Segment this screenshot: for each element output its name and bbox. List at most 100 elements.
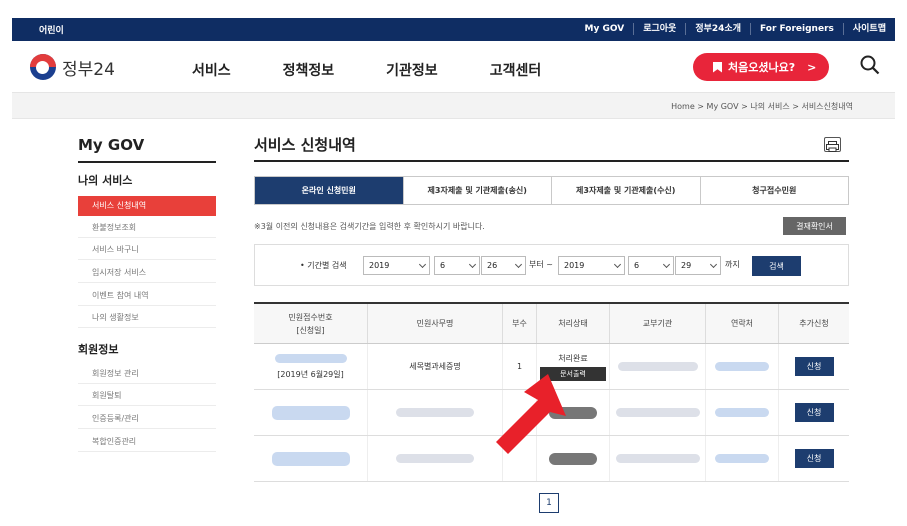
col-receipt-no-line1: 민원접수번호	[288, 312, 333, 322]
annotation-arrow-icon	[496, 374, 566, 454]
apply-button[interactable]: 신청	[794, 403, 834, 422]
redacted-agency	[615, 454, 700, 463]
apply-button[interactable]: 신청	[794, 357, 834, 376]
chevron-down-icon	[468, 260, 477, 269]
col-receipt-no: 민원접수번호 [신청일]	[254, 304, 367, 343]
receipt-cell	[254, 436, 367, 481]
title-divider	[254, 160, 849, 162]
foreigners-link[interactable]: For Foreigners	[749, 23, 843, 35]
tab-third-send[interactable]: 제3자제출 및 기관제출(송신)	[402, 177, 552, 204]
receipt-cell	[254, 390, 367, 435]
logout-link[interactable]: 로그아웃	[633, 23, 685, 35]
search-button[interactable]: 검색	[752, 256, 801, 276]
redacted-contact	[715, 408, 769, 417]
redacted-agency	[617, 362, 698, 371]
agency-cell	[609, 344, 705, 389]
sidebar-item-temp-saved[interactable]: 임시저장 서비스	[78, 263, 216, 283]
status-text: 처리완료	[558, 353, 588, 363]
search-icon[interactable]	[860, 55, 880, 75]
agency-cell	[609, 390, 705, 435]
to-day-value: 29	[681, 261, 692, 270]
to-year-select[interactable]: 2019	[558, 256, 625, 275]
sitemap-link[interactable]: 사이트맵	[842, 23, 895, 35]
tab-online[interactable]: 온라인 신청민원	[255, 177, 403, 204]
col-agency: 교부기관	[609, 304, 705, 343]
redacted-agency	[615, 408, 700, 417]
top-links: My GOV 로그아웃 정부24소개 For Foreigners 사이트맵	[575, 23, 895, 35]
redacted-receipt-no[interactable]	[274, 353, 347, 363]
breadcrumb[interactable]: Home > My GOV > 나의 서비스 > 서비스신청내역	[671, 101, 853, 112]
service-name-cell	[367, 390, 502, 435]
col-receipt-no-line2: [신청일]	[296, 325, 325, 335]
sidebar-item-basket[interactable]: 서비스 바구니	[78, 240, 216, 260]
page-1-button[interactable]: 1	[539, 493, 559, 513]
to-year-value: 2019	[564, 261, 585, 270]
nav-services[interactable]: 서비스	[192, 60, 231, 80]
redacted-receipt-no[interactable]	[271, 451, 350, 466]
col-contact: 연락처	[705, 304, 778, 343]
sidebar-title: My GOV	[78, 136, 145, 154]
contact-cell	[705, 344, 778, 389]
print-icon[interactable]	[824, 137, 841, 152]
from-day-value: 26	[487, 261, 498, 270]
contact-cell	[705, 436, 778, 481]
sidebar-item-life-info[interactable]: 나의 생활정보	[78, 308, 216, 328]
main-nav: 서비스 정책정보 기관정보 고객센터	[192, 60, 593, 80]
to-month-select[interactable]: 6	[628, 256, 674, 275]
col-service-name: 민원사무명	[367, 304, 502, 343]
to-month-value: 6	[634, 261, 640, 270]
col-status: 처리상태	[536, 304, 609, 343]
sidebar-item-member-info[interactable]: 회원정보 관리	[78, 364, 216, 384]
sidebar-item-events[interactable]: 이벤트 참여 내역	[78, 286, 216, 306]
from-suffix: 부터 ~	[529, 260, 553, 269]
to-day-select[interactable]: 29	[675, 256, 721, 275]
sidebar-item-refund[interactable]: 환불정보조회	[78, 218, 216, 238]
nav-agency[interactable]: 기관정보	[386, 60, 438, 80]
from-day-select[interactable]: 26	[481, 256, 526, 275]
bookmark-icon	[713, 61, 722, 73]
apply-button[interactable]: 신청	[794, 449, 834, 468]
from-year-value: 2019	[369, 261, 390, 270]
page-title: 서비스 신청내역	[254, 136, 356, 154]
sidebar-item-multi-cert[interactable]: 복합인증관리	[78, 432, 216, 452]
notice-text: ※3월 이전의 신청내용은 검색기간을 입력한 후 확인하시기 바랍니다.	[254, 222, 485, 231]
redacted-contact	[715, 454, 769, 463]
sidebar-item-withdraw[interactable]: 회원탈퇴	[78, 386, 216, 406]
chevron-down-icon	[418, 260, 427, 269]
from-month-value: 6	[440, 261, 446, 270]
header: 정부24 서비스 정책정보 기관정보 고객센터 처음오셨나요? >	[12, 41, 895, 93]
about-link[interactable]: 정부24소개	[685, 23, 750, 35]
sidebar-item-cert[interactable]: 인증등록/관리	[78, 409, 216, 429]
sidebar-divider	[78, 161, 216, 163]
redacted-service-name	[396, 408, 474, 417]
nav-policy[interactable]: 정책정보	[283, 60, 335, 80]
redacted-service-name	[396, 454, 474, 463]
kids-link[interactable]: 어린이	[39, 23, 64, 36]
period-label: • 기간별 검색	[300, 261, 347, 270]
redacted-receipt-no[interactable]	[271, 405, 350, 420]
agency-cell	[609, 436, 705, 481]
service-name-cell	[367, 436, 502, 481]
tab-bar: 온라인 신청민원 제3자제출 및 기관제출(송신) 제3자제출 및 기관제출(수…	[254, 176, 849, 205]
sidebar-item-application-history[interactable]: 서비스 신청내역	[78, 196, 216, 216]
chevron-down-icon	[662, 260, 671, 269]
from-month-select[interactable]: 6	[434, 256, 480, 275]
mygov-link[interactable]: My GOV	[575, 23, 633, 35]
tab-third-receive[interactable]: 제3자제출 및 기관제출(수신)	[551, 177, 700, 204]
nav-customer[interactable]: 고객센터	[490, 60, 542, 80]
to-suffix: 까지	[725, 260, 740, 269]
chevron-down-icon	[613, 260, 622, 269]
from-year-select[interactable]: 2019	[363, 256, 430, 275]
confirm-doc-button[interactable]: 결재확인서	[783, 217, 846, 235]
additional-cell: 신청	[778, 344, 849, 389]
table-header: 민원접수번호 [신청일] 민원사무명 부수 처리상태 교부기관 연락처 추가신청	[254, 304, 849, 344]
col-additional: 추가신청	[778, 304, 849, 343]
contact-cell	[705, 390, 778, 435]
tab-claim[interactable]: 청구접수민원	[699, 177, 849, 204]
chevron-down-icon	[709, 260, 718, 269]
first-visit-label: 처음오셨나요?	[728, 61, 796, 74]
breadcrumb-bar: Home > My GOV > 나의 서비스 > 서비스신청내역	[12, 93, 895, 119]
additional-cell: 신청	[778, 390, 849, 435]
site-logo[interactable]: 정부24	[30, 54, 115, 80]
first-visit-button[interactable]: 처음오셨나요? >	[693, 53, 829, 81]
